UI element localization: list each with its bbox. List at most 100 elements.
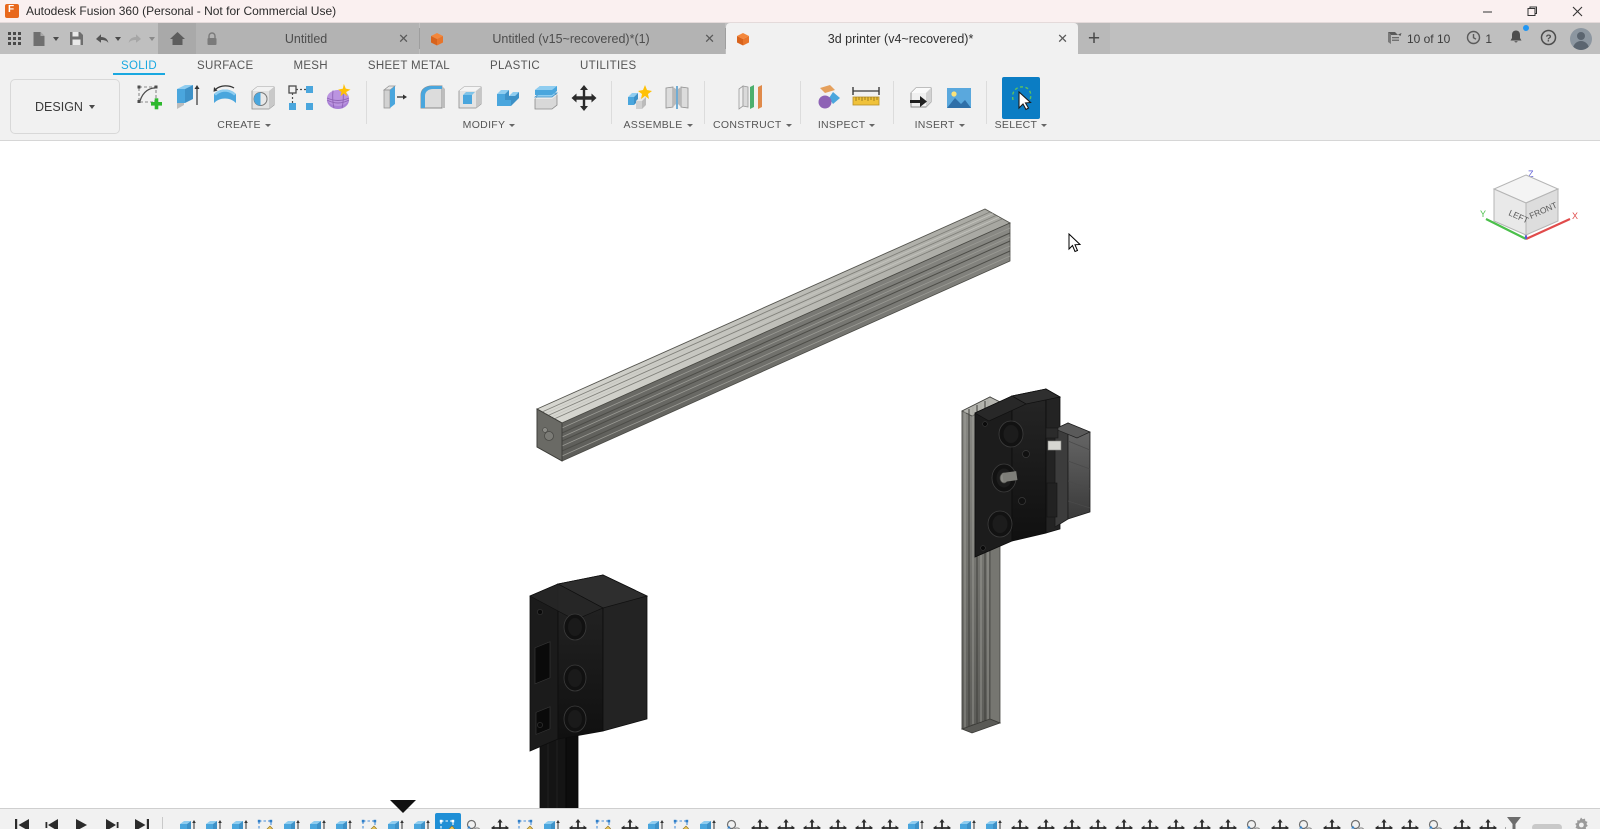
document-tab-close-icon[interactable]: ✕ <box>398 31 409 47</box>
ribbon-tab-utilities[interactable]: UTILITIES <box>580 60 636 75</box>
help-button[interactable]: ? <box>1533 23 1564 54</box>
ribbon-group-assemble-label[interactable]: ASSEMBLE <box>623 119 693 131</box>
timeline-node-move-feature[interactable] <box>565 813 591 829</box>
hole-icon[interactable] <box>244 77 282 119</box>
job-status[interactable]: 1 <box>1459 23 1499 54</box>
timeline-node-joint-feature[interactable] <box>461 813 487 829</box>
timeline-node-move-feature[interactable] <box>1007 813 1033 829</box>
timeline-node-sketch-feature[interactable] <box>669 813 695 829</box>
timeline-node-extrude-feature[interactable] <box>539 813 565 829</box>
timeline-node-extrude-feature[interactable] <box>903 813 929 829</box>
timeline-node-move-feature[interactable] <box>1033 813 1059 829</box>
ribbon-tab-surface[interactable]: SURFACE <box>197 60 253 75</box>
workspace-switcher-button[interactable]: DESIGN <box>10 79 120 134</box>
play-icon[interactable] <box>74 818 90 829</box>
timeline-node-move-feature[interactable] <box>1111 813 1137 829</box>
timeline-node-extrude-feature[interactable] <box>331 813 357 829</box>
timeline-node-extrude-feature[interactable] <box>305 813 331 829</box>
close-button[interactable] <box>1555 0 1600 23</box>
timeline-scroll-handle[interactable] <box>1532 824 1562 829</box>
extrude-icon[interactable] <box>168 77 206 119</box>
timeline-node-move-feature[interactable] <box>617 813 643 829</box>
timeline-node-move-feature[interactable] <box>1449 813 1475 829</box>
ribbon-tab-sheet-metal[interactable]: SHEET METAL <box>368 60 450 75</box>
timeline-node-move-feature[interactable] <box>1137 813 1163 829</box>
maximize-button[interactable] <box>1510 0 1555 23</box>
timeline-node-joint-feature[interactable] <box>1345 813 1371 829</box>
timeline-playhead-marker[interactable] <box>390 800 416 813</box>
design-canvas[interactable]: Y X Z LEFT FRONT <box>0 141 1600 808</box>
new-component-icon[interactable] <box>620 77 658 119</box>
measure-icon[interactable] <box>847 77 885 119</box>
timeline-node-move-feature[interactable] <box>1189 813 1215 829</box>
timeline-node-move-feature[interactable] <box>773 813 799 829</box>
move-copy-icon[interactable] <box>565 77 603 119</box>
timeline-node-extrude-feature[interactable] <box>227 813 253 829</box>
undo-dropdown-caret-icon[interactable] <box>112 23 124 54</box>
ribbon-group-create-label[interactable]: CREATE <box>217 119 271 131</box>
rectangular-pattern-icon[interactable] <box>282 77 320 119</box>
timeline-node-extrude-feature[interactable] <box>201 813 227 829</box>
timeline-node-extrude-feature[interactable] <box>175 813 201 829</box>
notifications-button[interactable] <box>1501 23 1531 54</box>
timeline-node-joint-feature[interactable] <box>1423 813 1449 829</box>
timeline-node-move-feature[interactable] <box>929 813 955 829</box>
timeline-node-move-feature[interactable] <box>747 813 773 829</box>
document-tab-untitled-v15[interactable]: Untitled (v15~recovered)*(1) ✕ <box>420 23 725 54</box>
timeline-node-extrude-feature[interactable] <box>981 813 1007 829</box>
timeline-track[interactable] <box>175 809 1506 829</box>
timeline-node-move-feature[interactable] <box>825 813 851 829</box>
redo-icon[interactable] <box>124 23 146 54</box>
ribbon-tab-plastic[interactable]: PLASTIC <box>490 60 540 75</box>
timeline-node-sketch-feature[interactable] <box>513 813 539 829</box>
view-cube[interactable]: Y X Z LEFT FRONT <box>1470 161 1582 253</box>
extensions-status[interactable]: 10 of 10 <box>1379 23 1457 54</box>
timeline-node-sketch-feature[interactable] <box>591 813 617 829</box>
create-sketch-icon[interactable] <box>130 77 168 119</box>
timeline-node-extrude-feature[interactable] <box>695 813 721 829</box>
timeline-node-sketch-feature[interactable] <box>253 813 279 829</box>
ribbon-group-construct-label[interactable]: CONSTRUCT <box>713 119 792 131</box>
step-forward-icon[interactable] <box>104 818 120 829</box>
timeline-node-move-feature[interactable] <box>799 813 825 829</box>
timeline-node-move-feature[interactable] <box>1371 813 1397 829</box>
timeline-node-extrude-feature[interactable] <box>643 813 669 829</box>
gear-icon[interactable] <box>1572 816 1590 829</box>
fillet-icon[interactable] <box>413 77 451 119</box>
create-form-icon[interactable] <box>320 77 358 119</box>
timeline-node-move-feature[interactable] <box>1085 813 1111 829</box>
timeline-node-extrude-feature[interactable] <box>409 813 435 829</box>
new-file-icon[interactable] <box>28 23 50 54</box>
new-file-dropdown-caret-icon[interactable] <box>50 23 62 54</box>
new-document-tab-button[interactable]: + <box>1078 23 1110 54</box>
timeline-node-move-feature[interactable] <box>1319 813 1345 829</box>
ribbon-tab-solid[interactable]: SOLID <box>112 60 166 75</box>
timeline-node-move-feature[interactable] <box>1163 813 1189 829</box>
undo-icon[interactable] <box>90 23 112 54</box>
app-grid-icon[interactable] <box>0 23 28 54</box>
timeline-node-joint-feature[interactable] <box>1241 813 1267 829</box>
step-back-icon[interactable] <box>44 818 60 829</box>
timeline-node-sketch-feature[interactable] <box>357 813 383 829</box>
timeline-node-move-feature[interactable] <box>1215 813 1241 829</box>
insert-derive-icon[interactable] <box>902 77 940 119</box>
document-tab-close-icon[interactable]: ✕ <box>1057 31 1068 47</box>
timeline-node-move-feature[interactable] <box>1475 813 1501 829</box>
go-to-end-icon[interactable] <box>134 818 150 829</box>
avatar[interactable] <box>1570 27 1592 50</box>
timeline-node-extrude-feature[interactable] <box>955 813 981 829</box>
document-tab-3d-printer[interactable]: 3d printer (v4~recovered)* ✕ <box>726 23 1078 54</box>
timeline-node-joint-feature[interactable] <box>721 813 747 829</box>
home-button[interactable] <box>158 23 196 54</box>
combine-icon[interactable] <box>489 77 527 119</box>
press-pull-icon[interactable] <box>375 77 413 119</box>
document-tab-untitled[interactable]: Untitled ✕ <box>196 23 419 54</box>
joint-icon[interactable] <box>658 77 696 119</box>
minimize-button[interactable] <box>1465 0 1510 23</box>
timeline-node-move-feature[interactable] <box>487 813 513 829</box>
timeline-node-move-feature[interactable] <box>1397 813 1423 829</box>
timeline-node-move-feature[interactable] <box>851 813 877 829</box>
ribbon-group-select-label[interactable]: SELECT <box>995 119 1048 131</box>
ribbon-group-inspect-label[interactable]: INSPECT <box>818 119 876 131</box>
revolve-icon[interactable] <box>206 77 244 119</box>
